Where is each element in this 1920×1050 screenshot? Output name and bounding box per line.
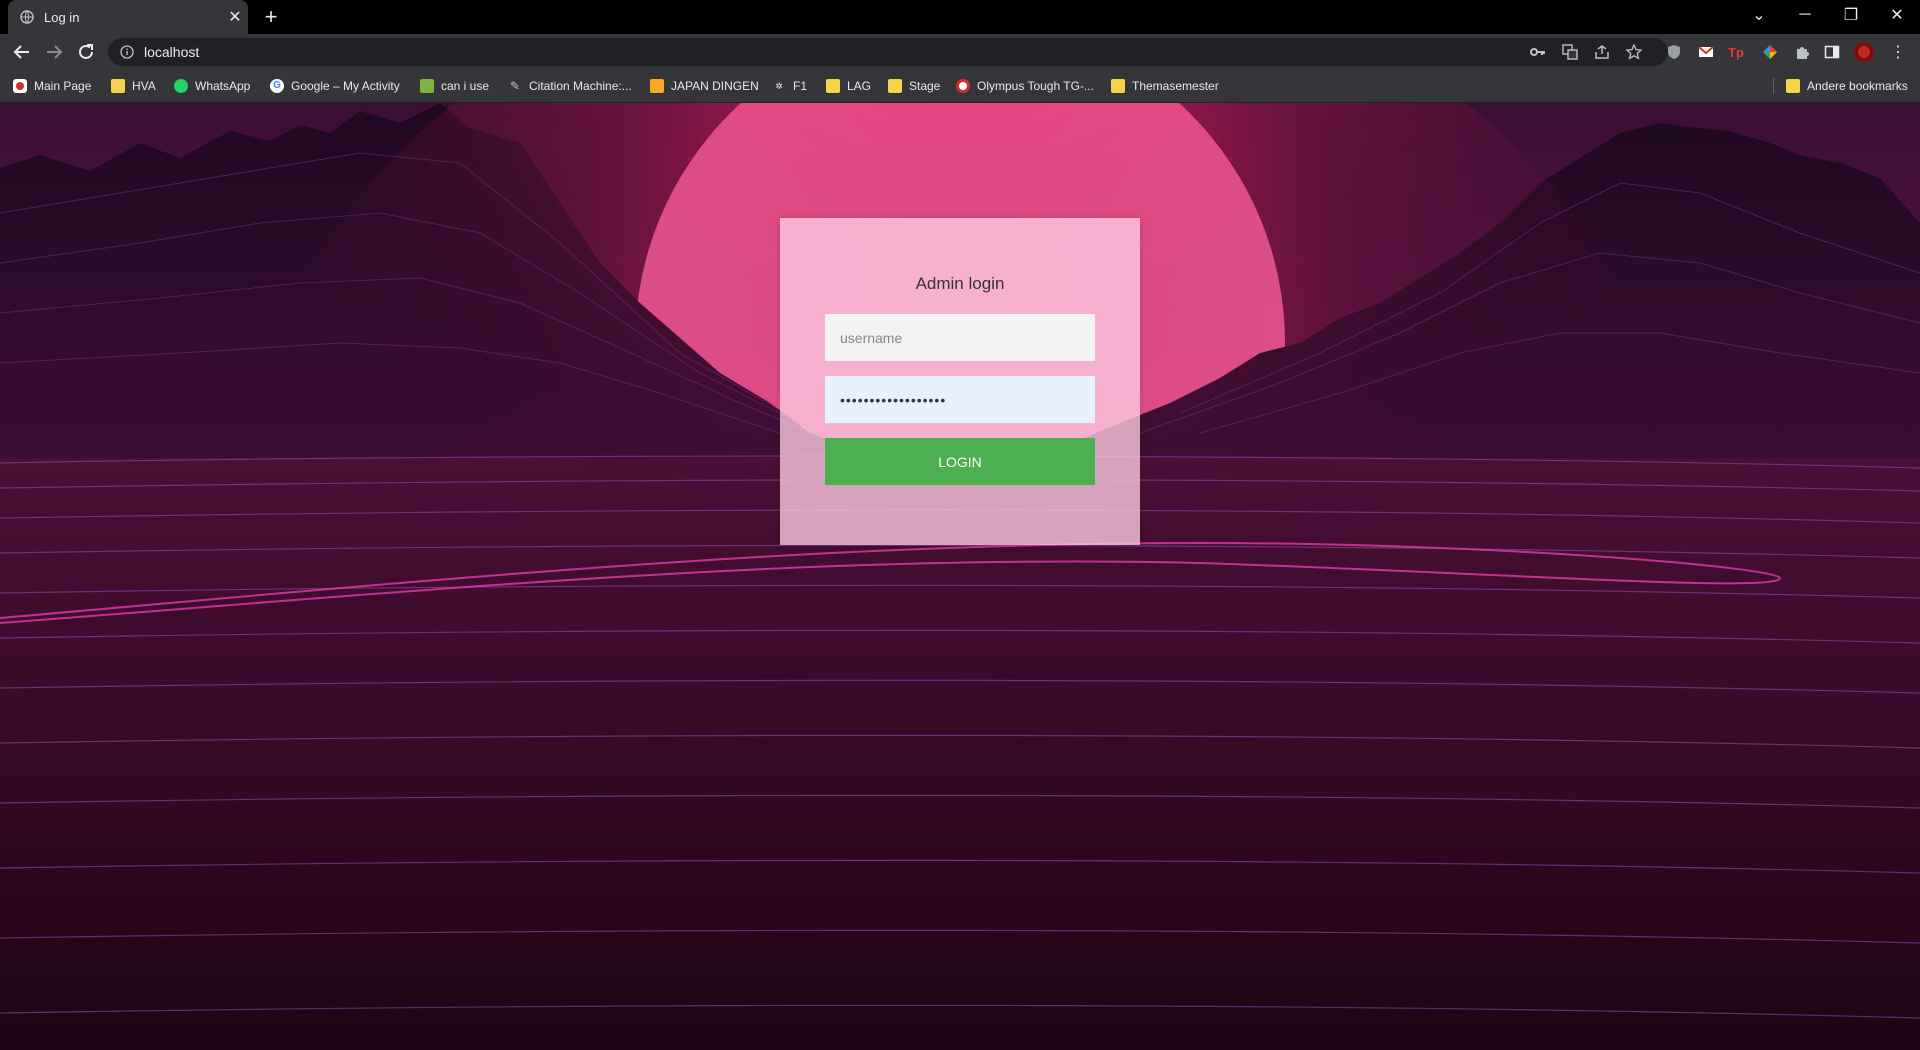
bookmark-lag[interactable]: LAG [826,77,871,95]
tab-search-icon[interactable]: ⌄ [1736,0,1782,30]
forward-button[interactable] [40,38,68,66]
bookmark-main-page[interactable]: Main Page [13,77,91,95]
info-icon[interactable] [120,45,134,59]
bookmark-label: Main Page [34,79,92,93]
bookmark-label: Stage [909,79,941,93]
kebab-menu-icon[interactable]: ⋮ [1888,42,1908,62]
google-icon: G [270,79,284,93]
olympus-icon [956,79,970,93]
login-card: Admin login login [780,218,1140,545]
bookmark-label: Themasemester [1132,79,1219,93]
address-bar[interactable]: localhost [108,38,1668,66]
bookmark-whatsapp[interactable]: WhatsApp [174,77,250,95]
bookmark-stage[interactable]: Stage [888,77,940,95]
bookmark-caniuse[interactable]: can i use [420,77,489,95]
wiki-icon [13,79,27,93]
arrow-right-icon [47,45,63,59]
puzzle-icon[interactable] [1792,42,1812,62]
new-tab-button[interactable]: + [258,4,284,30]
bookmark-label: Citation Machine:... [529,79,632,93]
globe-icon [20,10,34,24]
avatar[interactable] [1854,42,1874,62]
login-button[interactable]: login [825,438,1095,485]
folder-icon [826,79,840,93]
folder-icon [1111,79,1125,93]
bookmark-google-activity[interactable]: G Google – My Activity [270,77,400,95]
browser-toolbar: localhost Tp ⋮ [0,34,1920,70]
whatsapp-icon [174,79,188,93]
bookmark-label: Olympus Tough TG-... [977,79,1094,93]
folder-icon [888,79,902,93]
tab-strip: Log in ✕ + ⌄ ─ ❐ ✕ [0,0,1920,34]
japan-icon [650,79,664,93]
other-bookmarks[interactable]: Andere bookmarks [1786,77,1908,95]
tab-title: Log in [44,9,80,25]
key-icon[interactable] [1528,42,1548,62]
url-text: localhost [144,44,200,60]
star-icon[interactable] [1624,42,1644,62]
bookmarks-bar: Main Page HVA WhatsApp G Google – My Act… [0,70,1920,103]
close-window-button[interactable]: ✕ [1874,0,1920,30]
reload-button[interactable] [72,38,100,66]
tp-extension-icon[interactable]: Tp [1726,42,1746,62]
bookmark-hva[interactable]: HVA [111,77,156,95]
restore-button[interactable]: ❐ [1828,0,1874,30]
page-viewport: Admin login login [0,103,1920,1050]
bookmark-themasemester[interactable]: Themasemester [1111,77,1219,95]
f1-icon: ✲ [775,81,783,91]
caniuse-icon [420,79,434,93]
mail-extension-icon[interactable] [1696,42,1716,62]
folder-icon [111,79,125,93]
translate-icon[interactable] [1560,42,1580,62]
close-tab-icon[interactable]: ✕ [222,7,248,27]
minimize-button[interactable]: ─ [1782,0,1828,30]
bookmark-olympus[interactable]: Olympus Tough TG-... [956,77,1094,95]
folder-icon [1786,79,1800,93]
username-input[interactable] [825,314,1095,361]
back-button[interactable] [8,38,36,66]
bookmark-label: WhatsApp [195,79,251,93]
reload-icon [79,44,93,59]
password-input[interactable] [825,376,1095,423]
shield-extension-icon[interactable] [1664,42,1684,62]
bookmark-label: can i use [441,79,490,93]
color-extension-icon[interactable] [1760,42,1780,62]
arrow-left-icon [13,45,29,59]
bookmark-label: F1 [793,79,808,93]
bookmark-label: JAPAN DINGEN [671,79,759,93]
bookmark-label: HVA [132,79,156,93]
share-icon[interactable] [1592,42,1612,62]
bookmark-label: LAG [847,79,872,93]
browser-tab[interactable]: Log in ✕ [8,0,248,34]
login-title: Admin login [915,274,1005,293]
bookmark-japan-dingen[interactable]: JAPAN DINGEN [650,77,759,95]
other-bookmarks-label: Andere bookmarks [1807,79,1908,93]
bookmarks-divider [1773,78,1774,94]
bookmark-f1[interactable]: ✲ F1 [772,77,807,95]
side-panel-icon[interactable] [1822,42,1842,62]
bookmark-label: Google – My Activity [291,79,400,93]
bookmark-citation-machine[interactable]: ✎ Citation Machine:... [508,77,632,95]
citation-icon: ✎ [509,79,521,93]
